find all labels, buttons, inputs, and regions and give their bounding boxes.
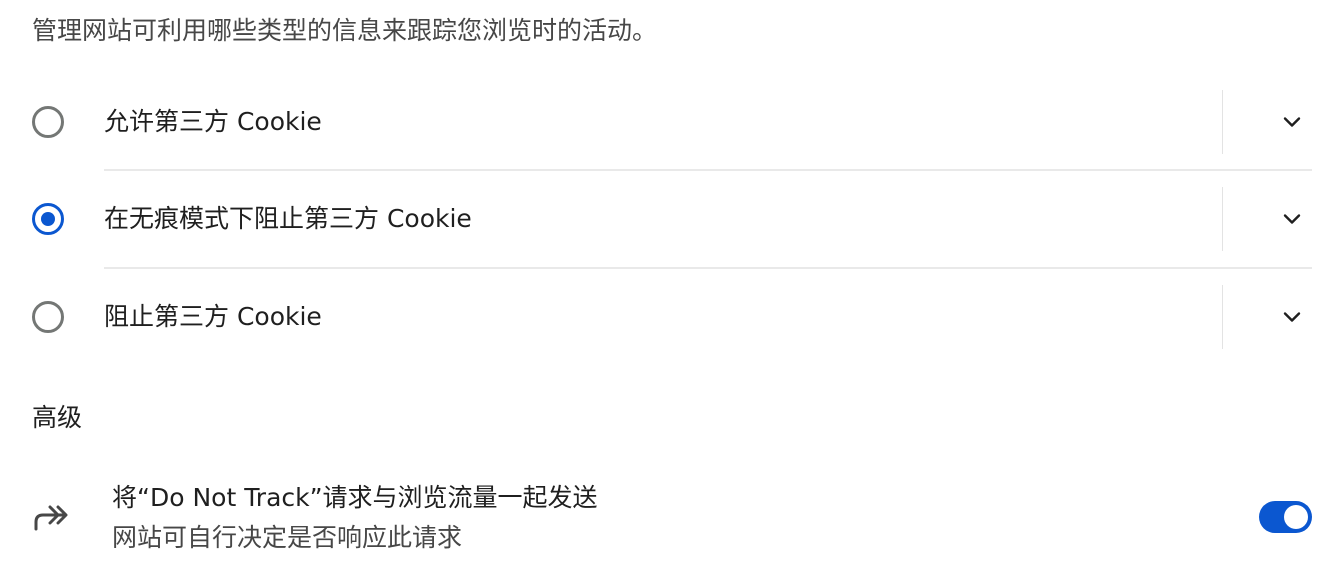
chevron-down-icon [1283, 214, 1301, 224]
radio-selected-dot [41, 212, 55, 226]
cookie-option-block-incognito[interactable]: 在无痕模式下阻止第三方 Cookie [0, 170, 1343, 268]
option-label-block-incognito: 在无痕模式下阻止第三方 Cookie [104, 204, 472, 233]
option-separator [1222, 285, 1223, 349]
advanced-section-title: 高级 [32, 403, 83, 432]
toggle-knob [1284, 505, 1308, 529]
radio-block-third-party[interactable] [32, 301, 64, 333]
option-separator [1222, 90, 1223, 154]
expand-button-block-third-party[interactable] [1268, 299, 1316, 335]
option-label-allow-third-party: 允许第三方 Cookie [104, 107, 322, 136]
do-not-track-title: 将“Do Not Track”请求与浏览流量一起发送 [112, 483, 598, 512]
cookie-option-block-third-party[interactable]: 阻止第三方 Cookie [0, 268, 1343, 366]
expand-button-allow-third-party[interactable] [1268, 104, 1316, 140]
chevron-down-icon [1283, 117, 1301, 127]
redirect-arrows-icon [34, 505, 68, 531]
do-not-track-toggle[interactable] [1259, 501, 1312, 533]
chevron-down-icon [1283, 312, 1301, 322]
option-label-block-third-party: 阻止第三方 Cookie [104, 302, 322, 331]
expand-button-block-incognito[interactable] [1268, 201, 1316, 237]
option-separator [1222, 187, 1223, 251]
do-not-track-subtitle: 网站可自行决定是否响应此请求 [112, 523, 463, 552]
do-not-track-row[interactable]: 将“Do Not Track”请求与浏览流量一起发送 网站可自行决定是否响应此请… [0, 470, 1343, 570]
radio-block-incognito[interactable] [32, 203, 64, 235]
cookie-settings-description: 管理网站可利用哪些类型的信息来跟踪您浏览时的活动。 [32, 16, 658, 45]
radio-allow-third-party[interactable] [32, 106, 64, 138]
cookie-option-allow-third-party[interactable]: 允许第三方 Cookie [0, 73, 1343, 171]
